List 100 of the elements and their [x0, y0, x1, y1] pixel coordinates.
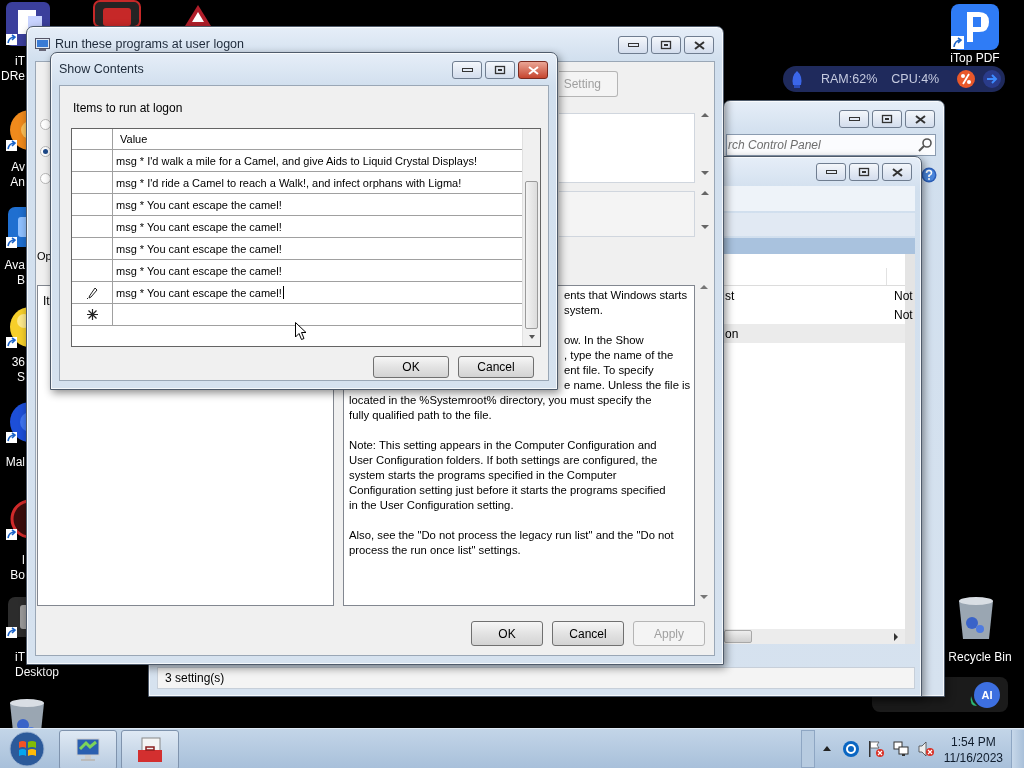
icon-label: Bo: [10, 568, 25, 583]
asterisk-icon: [86, 309, 98, 320]
maximize-button[interactable]: [651, 36, 681, 54]
help-text-line: , type the name of the: [564, 348, 675, 363]
rocket-icon: [791, 70, 803, 88]
search-field[interactable]: rch Control Panel: [726, 134, 936, 156]
cpu-reading: CPU:4%: [891, 72, 940, 86]
icon-label: Recycle Bin: [947, 650, 1013, 665]
dialog-button[interactable]: OK: [471, 621, 543, 646]
table-cell: msg * You cant escape the camel!: [116, 198, 282, 211]
table-cell: msg * You cant escape the camel!: [116, 264, 282, 277]
down-arrow-icon: [528, 335, 535, 339]
clock-date: 11/16/2023: [943, 749, 1003, 766]
close-button[interactable]: [518, 61, 548, 79]
supported-field[interactable]: [559, 191, 695, 237]
discount-icon: [957, 70, 976, 88]
icon-label: Av: [11, 160, 25, 175]
computer-icon: [35, 37, 50, 51]
network-icon[interactable]: [892, 740, 909, 757]
help-paragraph: Also, see the "Do not process the legacy run list" and the "Do not process the run once list" settings.: [349, 528, 675, 558]
help-text-line: ent file. To specify: [564, 363, 655, 378]
mouse-cursor-icon: [295, 322, 307, 341]
icon-label: B: [17, 273, 25, 288]
icon-label: Ava: [4, 258, 25, 273]
maximize-icon: [660, 40, 672, 50]
clock[interactable]: 1:54 PM 11/16/2023: [943, 731, 1003, 766]
maximize-button[interactable]: [872, 110, 902, 128]
table-cell: st: [725, 288, 735, 303]
maximize-button[interactable]: [485, 61, 515, 79]
close-icon: [693, 40, 705, 50]
search-icon: [918, 138, 932, 152]
table-cell: on: [725, 326, 739, 341]
vertical-scrollbar[interactable]: [522, 129, 540, 346]
minimize-button[interactable]: [816, 163, 846, 181]
chat-tail-icon: [969, 695, 977, 706]
horizontal-scrollbar[interactable]: [724, 629, 905, 644]
close-button[interactable]: [882, 163, 912, 181]
ram-reading: RAM:62%: [821, 72, 878, 86]
circle-icon[interactable]: [842, 740, 859, 757]
help-text-line: e name. Unless the file is: [564, 378, 692, 393]
dialog-button[interactable]: Cancel: [552, 621, 624, 646]
flag-icon[interactable]: [867, 740, 884, 757]
icon-label: S: [17, 370, 25, 385]
minimize-button[interactable]: [452, 61, 482, 79]
status-text: 3 setting(s): [165, 671, 225, 685]
icon-label: An: [10, 175, 25, 190]
comment-field[interactable]: [559, 113, 695, 183]
minimize-icon: [824, 169, 838, 175]
triangle-icon: [185, 4, 211, 26]
app-icon: [93, 0, 141, 28]
dialog-button[interactable]: OK: [373, 356, 449, 378]
icon-label: iT: [15, 54, 25, 69]
up-arrow-icon[interactable]: [822, 746, 831, 751]
table-cell: Not: [894, 288, 913, 303]
help-paragraph: located in the %Systemroot% directory, you must specify the fully qualified path to the file.: [349, 393, 653, 423]
table-cell: msg * You cant escape the camel!: [116, 286, 282, 299]
help-text-line: ow. In the Show: [564, 333, 645, 348]
maximize-button[interactable]: [849, 163, 879, 181]
close-icon: [527, 65, 539, 75]
help-text-line: system.: [564, 303, 604, 318]
right-arrow-icon: [894, 632, 898, 641]
close-button[interactable]: [684, 36, 714, 54]
icon-label: DRe: [1, 69, 25, 84]
icon-label: iTop PDF: [949, 51, 1001, 66]
close-icon: [914, 114, 926, 124]
close-button[interactable]: [905, 110, 935, 128]
help-paragraph: Note: This setting appears in the Computer Configuration and User Configuration folders. If both settings are configured, the system starts the programs specified in the Computer Configuration setting just before it starts the programs specified in the User Configuration setting.: [349, 438, 667, 513]
help-icon[interactable]: [921, 167, 937, 183]
clock-time: 1:54 PM: [951, 733, 996, 750]
icon-label: Mal: [5, 455, 25, 470]
items-label: Items to run at logon: [73, 101, 183, 115]
window-title: Show Contents: [59, 62, 144, 76]
app-icon: [949, 4, 1001, 50]
close-icon: [891, 167, 903, 177]
table-cell: Not: [894, 307, 913, 322]
speaker-icon[interactable]: [917, 740, 934, 757]
window-title: Run these programs at user logon: [55, 37, 244, 51]
dialog-button[interactable]: Cancel: [458, 356, 534, 378]
table-cell: msg * I'd walk a mile for a Camel, and give Aids to Liquid Crystal Displays!: [116, 154, 477, 167]
text-caret: [282, 286, 284, 299]
column-header: Value: [120, 133, 148, 145]
scrollbar-thumb[interactable]: [724, 630, 752, 643]
minimize-button[interactable]: [618, 36, 648, 54]
toolbox-icon: [136, 737, 164, 763]
table-cell: msg * You cant escape the camel!: [116, 242, 282, 255]
items-label: It: [43, 294, 50, 308]
taskbar-app[interactable]: [121, 730, 179, 768]
icon-label: iT: [15, 650, 25, 665]
taskbar-app[interactable]: [59, 730, 117, 768]
icon-label: 36: [11, 355, 25, 370]
ai-badge: AI: [974, 681, 1000, 708]
start-button[interactable]: [9, 730, 45, 767]
icon-label: I: [21, 553, 25, 568]
monitor-icon: [74, 737, 102, 763]
maximize-icon: [494, 65, 506, 75]
table-cell: msg * I'd ride a Camel to reach a Walk!, and infect orphans with Ligma!: [116, 176, 462, 189]
minimize-button[interactable]: [839, 110, 869, 128]
minimize-icon: [847, 116, 861, 122]
minimize-icon: [626, 42, 640, 48]
help-text-line: ents that Windows starts: [564, 288, 689, 303]
